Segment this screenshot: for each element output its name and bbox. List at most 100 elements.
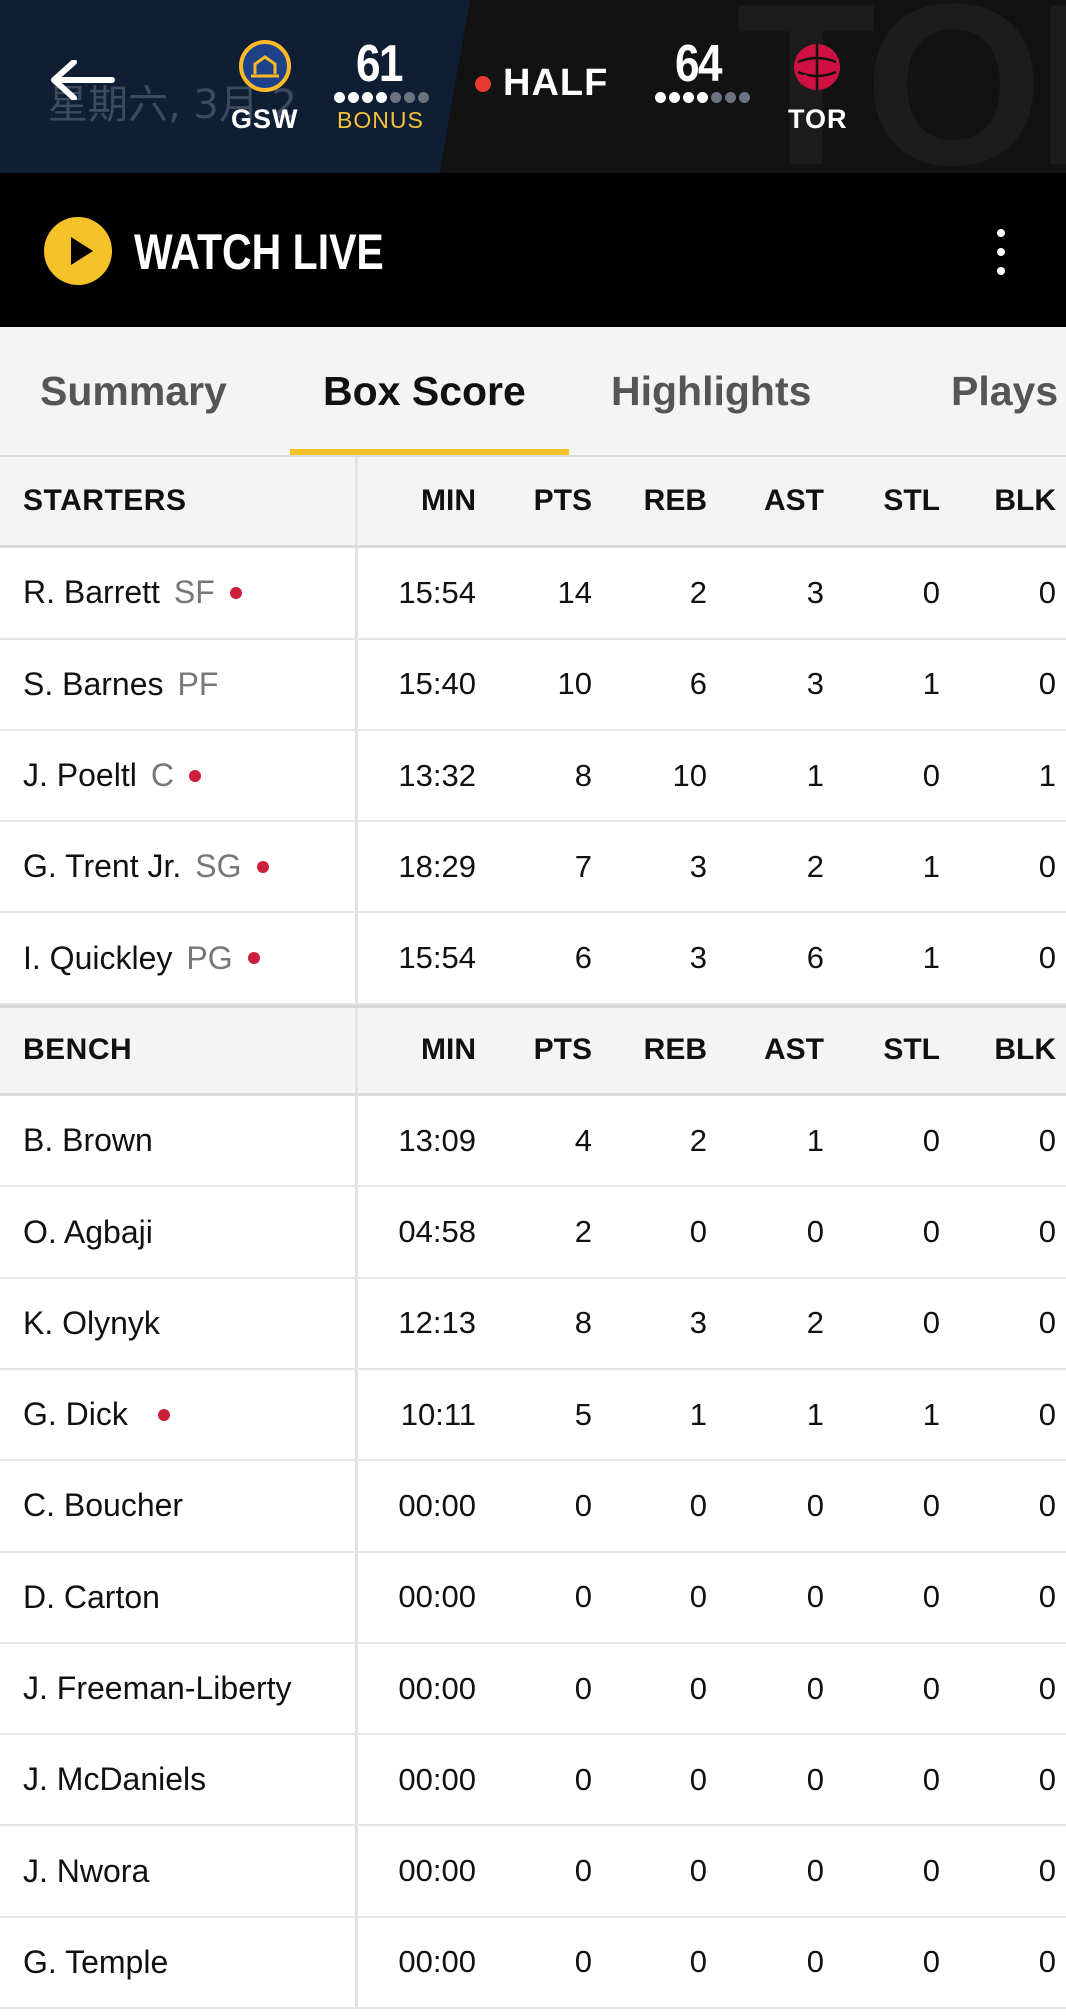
stat-pts: 10: [557, 666, 592, 702]
player-cell[interactable]: G. Trent Jr. SG: [0, 822, 358, 912]
tab-bar: Summary Box Score Highlights Plays: [0, 327, 1066, 457]
more-vertical-icon[interactable]: [986, 229, 1016, 275]
table-row[interactable]: R. Barrett SF 15:54 14 2 3 0 0: [0, 548, 1066, 640]
player-cell[interactable]: J. McDaniels: [0, 1735, 358, 1825]
column-header-stl[interactable]: STL: [828, 457, 940, 545]
player-cell[interactable]: I. Quickley PG: [0, 913, 358, 1003]
player-cell[interactable]: J. Nwora: [0, 1826, 358, 1916]
tab-summary[interactable]: Summary: [40, 327, 227, 455]
player-cell[interactable]: R. Barrett SF: [0, 548, 358, 638]
table-row[interactable]: S. Barnes PF 15:40 10 6 3 1 0: [0, 639, 1066, 731]
table-row[interactable]: G. Trent Jr. SG 18:29 7 3 2 1 0: [0, 822, 1066, 914]
stat-reb: 0: [689, 1214, 707, 1250]
stat-ast: 0: [806, 1944, 824, 1980]
table-row[interactable]: G. Temple 00:00 0 0 0 0 0: [0, 1917, 1066, 2010]
player-cell[interactable]: J. Freeman-Liberty: [0, 1643, 358, 1734]
player-name[interactable]: G. Dick: [23, 1396, 128, 1433]
starters-header-row: STARTERS MIN PTS REB AST STL BLK: [0, 457, 1066, 549]
stat-blk: 0: [1038, 940, 1056, 976]
timeout-dot: [683, 92, 694, 103]
player-name[interactable]: B. Brown: [23, 1122, 153, 1159]
stat-pts: 0: [574, 1944, 592, 1980]
live-indicator-dot: [475, 75, 491, 92]
stat-min: 00:00: [398, 1761, 476, 1797]
stat-blk: 0: [1038, 1670, 1056, 1706]
stat-min: 15:54: [398, 574, 476, 610]
column-header-pts[interactable]: PTS: [480, 1008, 592, 1093]
column-header-min[interactable]: MIN: [360, 457, 476, 545]
player-cell[interactable]: J. Poeltl C: [0, 730, 358, 821]
player-name[interactable]: I. Quickley: [23, 940, 172, 977]
tor-logo-icon[interactable]: [790, 40, 844, 94]
stat-pts: 4: [574, 1122, 592, 1158]
play-icon[interactable]: [44, 217, 112, 285]
stat-blk: 0: [1038, 848, 1056, 884]
stat-min: 00:00: [398, 1853, 476, 1889]
player-cell[interactable]: D. Carton: [0, 1552, 358, 1642]
stat-reb: 1: [689, 1396, 707, 1432]
player-name[interactable]: G. Temple: [23, 1944, 168, 1981]
column-header-min[interactable]: MIN: [360, 1008, 476, 1093]
player-cell[interactable]: G. Dick: [0, 1369, 358, 1460]
player-name[interactable]: S. Barnes: [23, 666, 164, 703]
table-row[interactable]: D. Carton 00:00 0 0 0 0 0: [0, 1552, 1066, 1644]
player-name[interactable]: O. Agbaji: [23, 1214, 153, 1251]
table-row[interactable]: O. Agbaji 04:58 2 0 0 0 0: [0, 1187, 1066, 1279]
player-name[interactable]: K. Olynyk: [23, 1305, 160, 1342]
player-name[interactable]: D. Carton: [23, 1579, 160, 1616]
table-row[interactable]: K. Olynyk 12:13 8 3 2 0 0: [0, 1278, 1066, 1370]
back-button[interactable]: [40, 50, 120, 120]
stat-pts: 0: [574, 1579, 592, 1615]
timeout-dot: [711, 92, 722, 103]
player-cell[interactable]: O. Agbaji: [0, 1187, 358, 1277]
stat-ast: 0: [806, 1761, 824, 1797]
column-header-blk[interactable]: BLK: [944, 1008, 1056, 1093]
timeout-dot: [390, 92, 401, 103]
stat-reb: 0: [689, 1670, 707, 1706]
player-cell[interactable]: K. Olynyk: [0, 1278, 358, 1368]
tab-box-score[interactable]: Box Score: [323, 327, 526, 455]
table-row[interactable]: J. Nwora 00:00 0 0 0 0 0: [0, 1826, 1066, 1918]
column-header-stl[interactable]: STL: [828, 1008, 940, 1093]
stat-pts: 6: [574, 940, 592, 976]
player-cell[interactable]: C. Boucher: [0, 1461, 358, 1551]
table-row[interactable]: B. Brown 13:09 4 2 1 0 0: [0, 1096, 1066, 1188]
status-dot-icon: [157, 1408, 170, 1421]
watch-live-label[interactable]: WATCH LIVE: [134, 223, 384, 281]
column-header-ast[interactable]: AST: [710, 457, 824, 545]
player-name[interactable]: J. Freeman-Liberty: [23, 1670, 292, 1707]
bench-title: BENCH: [0, 1007, 358, 1094]
column-header-reb[interactable]: REB: [595, 457, 707, 545]
player-cell[interactable]: S. Barnes PF: [0, 639, 358, 729]
box-score-table: STARTERS MIN PTS REB AST STL BLK R. Barrett SF 15…: [0, 457, 1066, 2010]
player-name[interactable]: J. McDaniels: [23, 1761, 206, 1798]
stat-stl: 1: [922, 666, 940, 702]
stat-pts: 2: [574, 1214, 592, 1250]
player-name[interactable]: R. Barrett: [23, 574, 160, 611]
player-cell[interactable]: B. Brown: [0, 1096, 358, 1186]
column-header-reb[interactable]: REB: [595, 1008, 707, 1093]
stat-pts: 0: [574, 1761, 592, 1797]
player-position: C: [150, 757, 174, 794]
starters-title: STARTERS: [0, 457, 358, 546]
table-row[interactable]: I. Quickley PG 15:54 6 3 6 1 0: [0, 913, 1066, 1005]
player-cell[interactable]: G. Temple: [0, 1917, 358, 2008]
table-row[interactable]: J. Poeltl C 13:32 8 10 1 0 1: [0, 730, 1066, 823]
tab-highlights[interactable]: Highlights: [611, 327, 811, 455]
player-name[interactable]: C. Boucher: [23, 1487, 183, 1524]
table-row[interactable]: C. Boucher 00:00 0 0 0 0 0: [0, 1461, 1066, 1553]
game-period: HALF: [503, 62, 609, 104]
table-row[interactable]: G. Dick 10:11 5 1 1 1 0: [0, 1369, 1066, 1462]
table-row[interactable]: J. McDaniels 00:00 0 0 0 0 0: [0, 1735, 1066, 1827]
stat-blk: 0: [1038, 1122, 1056, 1158]
player-name[interactable]: J. Poeltl: [23, 757, 137, 794]
player-name[interactable]: G. Trent Jr.: [23, 848, 181, 885]
gsw-logo-icon[interactable]: [239, 40, 291, 92]
column-header-ast[interactable]: AST: [710, 1008, 824, 1093]
player-name[interactable]: J. Nwora: [23, 1853, 149, 1890]
watch-live-bar[interactable]: WATCH LIVE: [0, 173, 1066, 327]
tab-plays[interactable]: Plays: [951, 327, 1058, 455]
column-header-pts[interactable]: PTS: [480, 457, 592, 545]
column-header-blk[interactable]: BLK: [944, 457, 1056, 545]
table-row[interactable]: J. Freeman-Liberty 00:00 0 0 0 0 0: [0, 1643, 1066, 1736]
